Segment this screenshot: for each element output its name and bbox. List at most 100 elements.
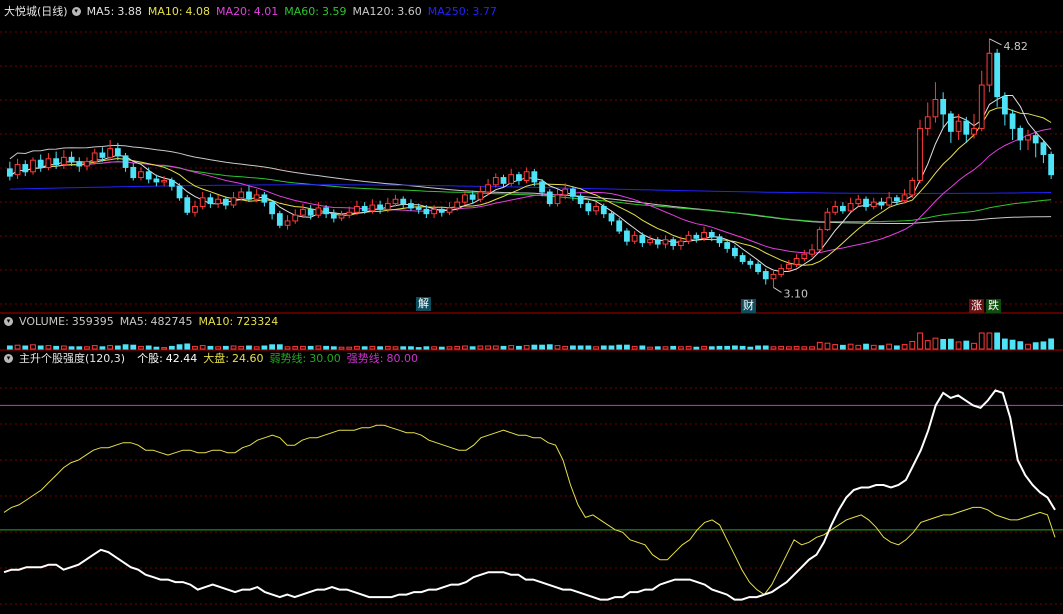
candle-body xyxy=(1032,135,1039,144)
volume-bar xyxy=(438,346,445,350)
settings-circle-icon[interactable]: ▾ xyxy=(71,6,81,16)
candle-body xyxy=(870,201,877,207)
volume-bar xyxy=(639,345,646,350)
legend-value: 3.59 xyxy=(321,5,347,18)
settings-circle-icon[interactable]: ▾ xyxy=(4,353,13,363)
legend-value: 42.44 xyxy=(165,352,198,365)
stock-title: 大悦城(日线) xyxy=(4,5,68,18)
volume-bar xyxy=(994,332,1001,350)
high-marker-line xyxy=(989,38,1002,46)
candle-body xyxy=(323,207,329,215)
volume-bar xyxy=(1048,338,1055,350)
candle-body xyxy=(454,201,461,209)
volume-bar xyxy=(1017,341,1024,350)
candle-body xyxy=(724,242,731,249)
settings-circle-icon[interactable]: ▾ xyxy=(4,316,13,326)
candle-body xyxy=(14,164,21,176)
volume-bar xyxy=(45,345,52,350)
candle-body xyxy=(369,204,376,212)
ma5-line xyxy=(9,95,1052,272)
volume-bar xyxy=(870,344,877,350)
event-tag-die[interactable]: 跌 xyxy=(986,299,1001,313)
volume-bar xyxy=(431,346,437,350)
volume-bar xyxy=(863,343,869,350)
volume-bar xyxy=(616,344,623,350)
candle-body xyxy=(600,205,607,215)
candle-body xyxy=(971,127,977,135)
legend-item: 个股: xyxy=(137,352,163,365)
candle-body xyxy=(909,179,916,196)
candle-body xyxy=(53,158,60,166)
candle-body xyxy=(45,158,52,168)
candle-body xyxy=(755,263,761,273)
candle-body xyxy=(824,211,831,231)
volume-bar xyxy=(901,344,908,350)
candle-body xyxy=(415,207,422,210)
candle-body xyxy=(438,208,445,213)
legend-item: MA250: xyxy=(427,5,470,18)
candle-body xyxy=(631,234,638,242)
volume-bar xyxy=(824,342,831,350)
volume-bar xyxy=(978,332,985,350)
candle-body xyxy=(22,164,29,173)
candle-body xyxy=(485,184,491,193)
volume-bar xyxy=(685,345,692,350)
volume-bar xyxy=(554,345,561,350)
volume-bar xyxy=(184,343,191,350)
candle-body xyxy=(732,247,738,257)
volume-bar xyxy=(732,345,738,350)
candle-body xyxy=(230,197,237,206)
indicator-legend: 个股: 42.44 大盘: 24.60 弱势线: 30.00 强势线: 80.00 xyxy=(137,352,424,365)
volume-bar xyxy=(99,346,106,350)
volume-bar xyxy=(238,345,245,350)
volume-bar xyxy=(608,345,615,350)
volume-bar xyxy=(770,346,777,350)
event-tag-cai[interactable]: 财 xyxy=(741,299,756,313)
event-tag-jie[interactable]: 解 xyxy=(416,297,431,311)
volume-bar xyxy=(114,345,121,350)
candle-body xyxy=(863,198,869,207)
indicator-title: 主升个股强度(120,3) xyxy=(19,352,126,365)
volume-bar xyxy=(839,344,846,350)
legend-value: 359395 xyxy=(71,315,114,328)
volume-bar xyxy=(492,345,499,350)
price-panel-header: 大悦城(日线) ▾ MA5: 3.88 MA10: 4.08 MA20: 4.01 MA60: 3… xyxy=(4,4,509,20)
volume-bar xyxy=(392,346,399,350)
candle-body xyxy=(477,191,484,200)
volume-bar xyxy=(986,332,993,350)
candle-body xyxy=(585,203,592,212)
candle-body xyxy=(99,152,106,158)
candle-body xyxy=(523,171,530,181)
legend-value: 3.88 xyxy=(117,5,142,18)
volume-bar xyxy=(647,346,653,350)
volume-bar xyxy=(60,345,67,350)
volume-bar xyxy=(261,345,268,350)
volume-bar xyxy=(708,346,715,350)
volume-bar xyxy=(22,345,29,350)
candle-body xyxy=(446,207,453,213)
candle-body xyxy=(392,198,399,205)
volume-bar xyxy=(1040,341,1047,350)
candle-body xyxy=(516,174,522,181)
candle-body xyxy=(199,197,206,207)
volume-bar xyxy=(762,345,769,350)
candle-body xyxy=(361,205,368,212)
volume-bar xyxy=(30,344,36,350)
candle-body xyxy=(30,159,36,173)
candle-body xyxy=(153,178,160,183)
volume-bar xyxy=(153,346,160,350)
candle-body xyxy=(616,220,623,232)
ma20-line xyxy=(9,128,1052,254)
candle-body xyxy=(963,120,970,135)
volume-bar xyxy=(523,345,530,350)
volume-bar xyxy=(955,341,962,350)
candle-body xyxy=(346,211,353,216)
volume-bar xyxy=(516,345,522,350)
legend-item: MA5: xyxy=(86,5,115,18)
candle-body xyxy=(269,201,275,215)
candle-body xyxy=(176,185,183,199)
candle-body xyxy=(662,239,669,245)
candle-body xyxy=(1048,153,1055,176)
event-tag-zhang[interactable]: 涨 xyxy=(969,299,984,313)
volume-bar xyxy=(508,345,515,350)
